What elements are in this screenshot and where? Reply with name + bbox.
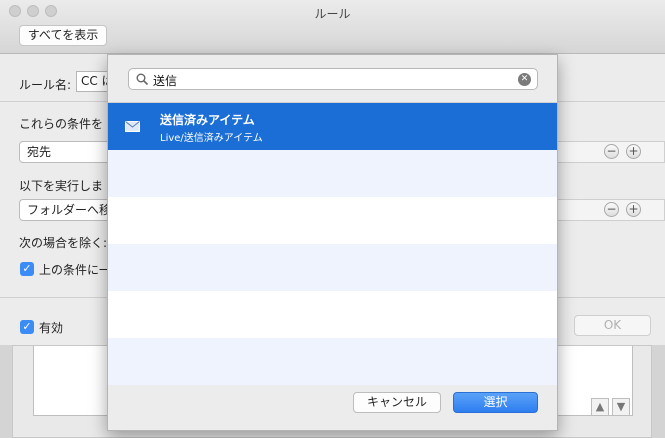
conditions-label: これらの条件を: [19, 117, 104, 131]
rule-name-label: ルール名:: [19, 78, 72, 92]
remove-condition-button[interactable]: −: [604, 144, 619, 159]
list-stripe: [108, 150, 557, 197]
exception-checkbox[interactable]: ✓: [20, 262, 34, 276]
enabled-checkbox[interactable]: ✓: [20, 320, 34, 334]
envelope-icon: [125, 121, 140, 132]
folder-results-list: 送信済みアイテム Live/送信済みアイテム: [108, 102, 557, 385]
window-title: ルール: [314, 7, 351, 21]
action-popup[interactable]: フォルダーへ移: [19, 199, 111, 221]
folder-path: Live/送信済みアイテム: [160, 133, 263, 144]
folder-search-input[interactable]: 送信 ✕: [128, 68, 538, 90]
search-icon: [136, 73, 148, 85]
exceptions-label: 次の場合を除く:: [19, 236, 108, 250]
move-up-button[interactable]: ▲: [591, 398, 609, 416]
select-button[interactable]: 選択: [453, 392, 538, 413]
list-stripe: [108, 244, 557, 291]
actions-label: 以下を実行しま: [19, 179, 104, 193]
show-all-button[interactable]: すべてを表示: [19, 25, 107, 46]
move-down-button[interactable]: ▼: [612, 398, 630, 416]
folder-chooser-sheet: 送信 ✕ 送信済みアイテム Live/送信済みアイテム キャンセル 選択: [107, 54, 558, 431]
search-query: 送信: [153, 74, 178, 88]
list-stripe: [108, 291, 557, 338]
folder-name: 送信済みアイテム: [160, 113, 255, 127]
list-stripe: [108, 338, 557, 385]
remove-action-button[interactable]: −: [604, 202, 619, 217]
add-condition-button[interactable]: +: [626, 144, 641, 159]
ok-button[interactable]: OK: [574, 315, 651, 336]
enabled-label: 有効: [39, 321, 64, 335]
clear-search-icon[interactable]: ✕: [518, 73, 531, 86]
title-bar: ルール すべてを表示: [0, 0, 665, 54]
cancel-button[interactable]: キャンセル: [353, 392, 441, 413]
add-action-button[interactable]: +: [626, 202, 641, 217]
condition-field-popup[interactable]: 宛先: [19, 141, 111, 163]
exception-checkbox-label: 上の条件に一: [39, 263, 109, 277]
list-stripe: [108, 197, 557, 244]
folder-result-row[interactable]: 送信済みアイテム Live/送信済みアイテム: [108, 103, 557, 150]
